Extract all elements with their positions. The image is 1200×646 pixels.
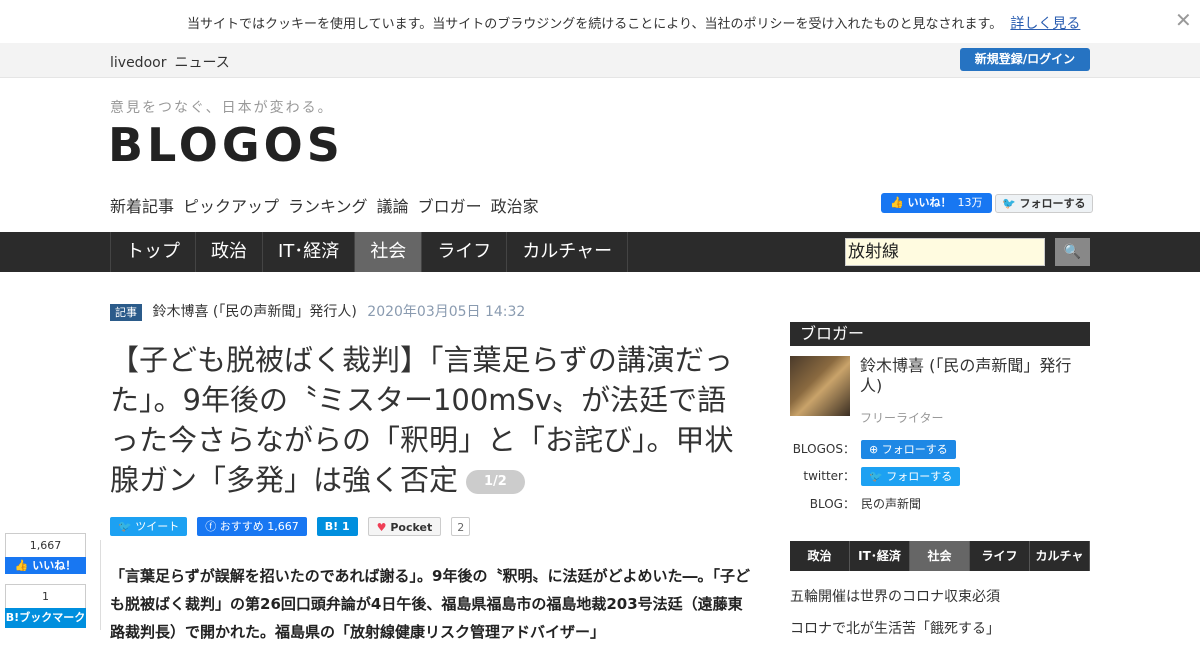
login-button[interactable]: 新規登録/ログイン (960, 48, 1090, 71)
brand-news[interactable]: ニュース (174, 55, 229, 71)
page-indicator: 1/2 (466, 470, 525, 494)
tweet-label: ツイート (135, 520, 180, 533)
article-title: 【子ども脱被ばく裁判】「言葉足らずの講演だった」。9年後の〝ミスター100mSv… (110, 340, 755, 500)
hatena-button[interactable]: B! 1 (316, 517, 358, 536)
facebook-like-button[interactable]: 👍 いいね！ 13万 (881, 193, 992, 213)
blog-row: BLOG： 民の声新聞 (790, 495, 921, 512)
close-icon[interactable]: ✕ (1175, 8, 1192, 32)
hatena-label: B! (324, 520, 339, 533)
livedoor-brand[interactable]: livedoor ニュース (110, 52, 238, 72)
twitter-bird-icon: 🐦 (869, 470, 883, 483)
news-item[interactable]: 五輪開催は世界のコロナ収束必須 (790, 586, 1000, 606)
fb-recommend-count: 1,667 (267, 520, 299, 533)
category-tabs: トップ 政治 IT･経済 社会 ライフ カルチャー (110, 232, 629, 272)
tab-politics[interactable]: 政治 (195, 232, 262, 272)
row-key: twitter： (803, 469, 855, 483)
article-meta: 記事 鈴木博喜 (「民の声新聞」発行人) 2020年03月05日 14:32 (110, 301, 525, 321)
article-date: 2020年03月05日 14:32 (367, 304, 526, 320)
row-key: BLOGOS： (792, 442, 855, 456)
sub-navigation: 新着記事 ピックアップ ランキング 議論 ブロガー 政治家 (110, 193, 548, 217)
pocket-label: Pocket (390, 521, 433, 534)
tab-life[interactable]: ライフ (421, 232, 506, 272)
twitter-follow-label: フォローする (886, 470, 953, 483)
side-tab-society[interactable]: 社会 (910, 541, 970, 571)
side-tab-it-economy[interactable]: IT･経済 (850, 541, 910, 571)
top-bar: livedoor ニュース 新規登録/ログイン (0, 43, 1200, 78)
blogos-follow-row: BLOGOS： ⊕ フォローする (790, 440, 956, 459)
brand-livedoor[interactable]: livedoor (110, 55, 166, 71)
twitter-icon: 🐦 (118, 520, 132, 533)
cookie-text: 当サイトではクッキーを使用しています。当サイトのブラウジングを続けることにより、… (187, 17, 1003, 32)
search-input[interactable]: 放射線 (845, 238, 1045, 266)
fb-like-count: 13万 (957, 196, 983, 209)
pocket-icon: ♥ (376, 521, 387, 534)
subnav-politician[interactable]: 政治家 (491, 197, 539, 216)
side-tab-life[interactable]: ライフ (970, 541, 1030, 571)
pocket-count: 2 (451, 517, 471, 536)
fb-recommend-button[interactable]: ⓕ おすすめ 1,667 (197, 517, 307, 536)
side-tab-culture[interactable]: カルチャー (1030, 541, 1090, 593)
article-author[interactable]: 鈴木博喜 (「民の声新聞」発行人) (152, 304, 356, 320)
subnav-ranking[interactable]: ランキング (288, 197, 368, 216)
subnav-new[interactable]: 新着記事 (110, 197, 174, 216)
blogos-logo[interactable]: BLOGOS (108, 118, 344, 172)
tw-follow-label: フォローする (1019, 197, 1086, 210)
cookie-message: 当サイトではクッキーを使用しています。当サイトのブラウジングを続けることにより、… (187, 13, 1080, 33)
floating-share: 1,667 👍 いいね！ 1 B!ブックマーク (5, 533, 86, 628)
article-title-text: 【子ども脱被ばく裁判】「言葉足らずの講演だった」。9年後の〝ミスター100mSv… (110, 343, 734, 497)
search-button[interactable]: 🔍 (1055, 238, 1090, 266)
cookie-more-link[interactable]: 詳しく見る (1010, 16, 1080, 32)
thumbs-up-icon: 👍 (14, 559, 29, 572)
tweet-button[interactable]: 🐦 ツイート (110, 517, 188, 536)
news-item[interactable]: コロナで北が生活苦「餓死する」 (790, 618, 1000, 638)
thumbs-up-icon: 👍 (890, 196, 904, 209)
subnav-blogger[interactable]: ブロガー (418, 197, 482, 216)
tab-society[interactable]: 社会 (354, 232, 422, 272)
twitter-bird-icon: 🐦 (1002, 197, 1016, 210)
divider (100, 540, 101, 630)
cookie-banner: 当サイトではクッキーを使用しています。当サイトのブラウジングを続けることにより、… (0, 0, 1200, 43)
fb-recommend-label: おすすめ (219, 520, 264, 533)
twitter-follow-row: twitter： 🐦 フォローする (790, 467, 961, 486)
share-buttons: 🐦 ツイート ⓕ おすすめ 1,667 B! 1 ♥ Pocket 2 (110, 517, 471, 536)
sidebar-heading: ブロガー (790, 322, 1090, 346)
side-tab-politics[interactable]: 政治 (790, 541, 850, 571)
article-lead: 「言葉足らずが誤解を招いたのであれば謝る」。9年後の〝釈明〟に法廷がどよめいた―… (110, 567, 750, 641)
tab-it-economy[interactable]: IT･経済 (262, 232, 354, 272)
sidebar-category-tabs: 政治 IT･経済 社会 ライフ カルチャー (790, 541, 1090, 593)
float-fb-count: 1,667 (5, 533, 86, 557)
facebook-icon: ⓕ (205, 520, 217, 533)
twitter-follow-side-button[interactable]: 🐦 フォローする (861, 467, 961, 486)
twitter-follow-button[interactable]: 🐦 フォローする (995, 194, 1093, 213)
pocket-button[interactable]: ♥ Pocket (367, 517, 442, 536)
tagline: 意見をつなぐ、日本が変わる。 (110, 100, 334, 116)
blog-link[interactable]: 民の声新聞 (861, 497, 921, 511)
blogos-follow-button[interactable]: ⊕ フォローする (861, 440, 956, 459)
search-icon: 🔍 (1063, 244, 1082, 260)
subnav-pickup[interactable]: ピックアップ (183, 197, 279, 216)
subnav-debate[interactable]: 議論 (377, 197, 409, 216)
hatena-count: 1 (341, 520, 350, 533)
float-fb-like-label: いいね！ (32, 559, 77, 572)
plus-icon: ⊕ (869, 443, 879, 456)
tab-top[interactable]: トップ (110, 232, 195, 272)
row-key: BLOG： (809, 497, 855, 511)
blogger-name[interactable]: 鈴木博喜 (「民の声新聞」発行人) (860, 356, 1085, 396)
float-hb-count: 1 (5, 584, 86, 608)
blogos-follow-label: フォローする (881, 443, 948, 456)
fb-like-label: いいね！ (907, 196, 952, 209)
avatar[interactable] (790, 356, 850, 416)
blogger-role: フリーライター (860, 411, 944, 425)
float-hatena-button[interactable]: B!ブックマーク (5, 608, 86, 628)
float-fb-like-button[interactable]: 👍 いいね！ (5, 557, 86, 574)
article-badge: 記事 (110, 304, 142, 321)
tab-culture[interactable]: カルチャー (506, 232, 629, 272)
